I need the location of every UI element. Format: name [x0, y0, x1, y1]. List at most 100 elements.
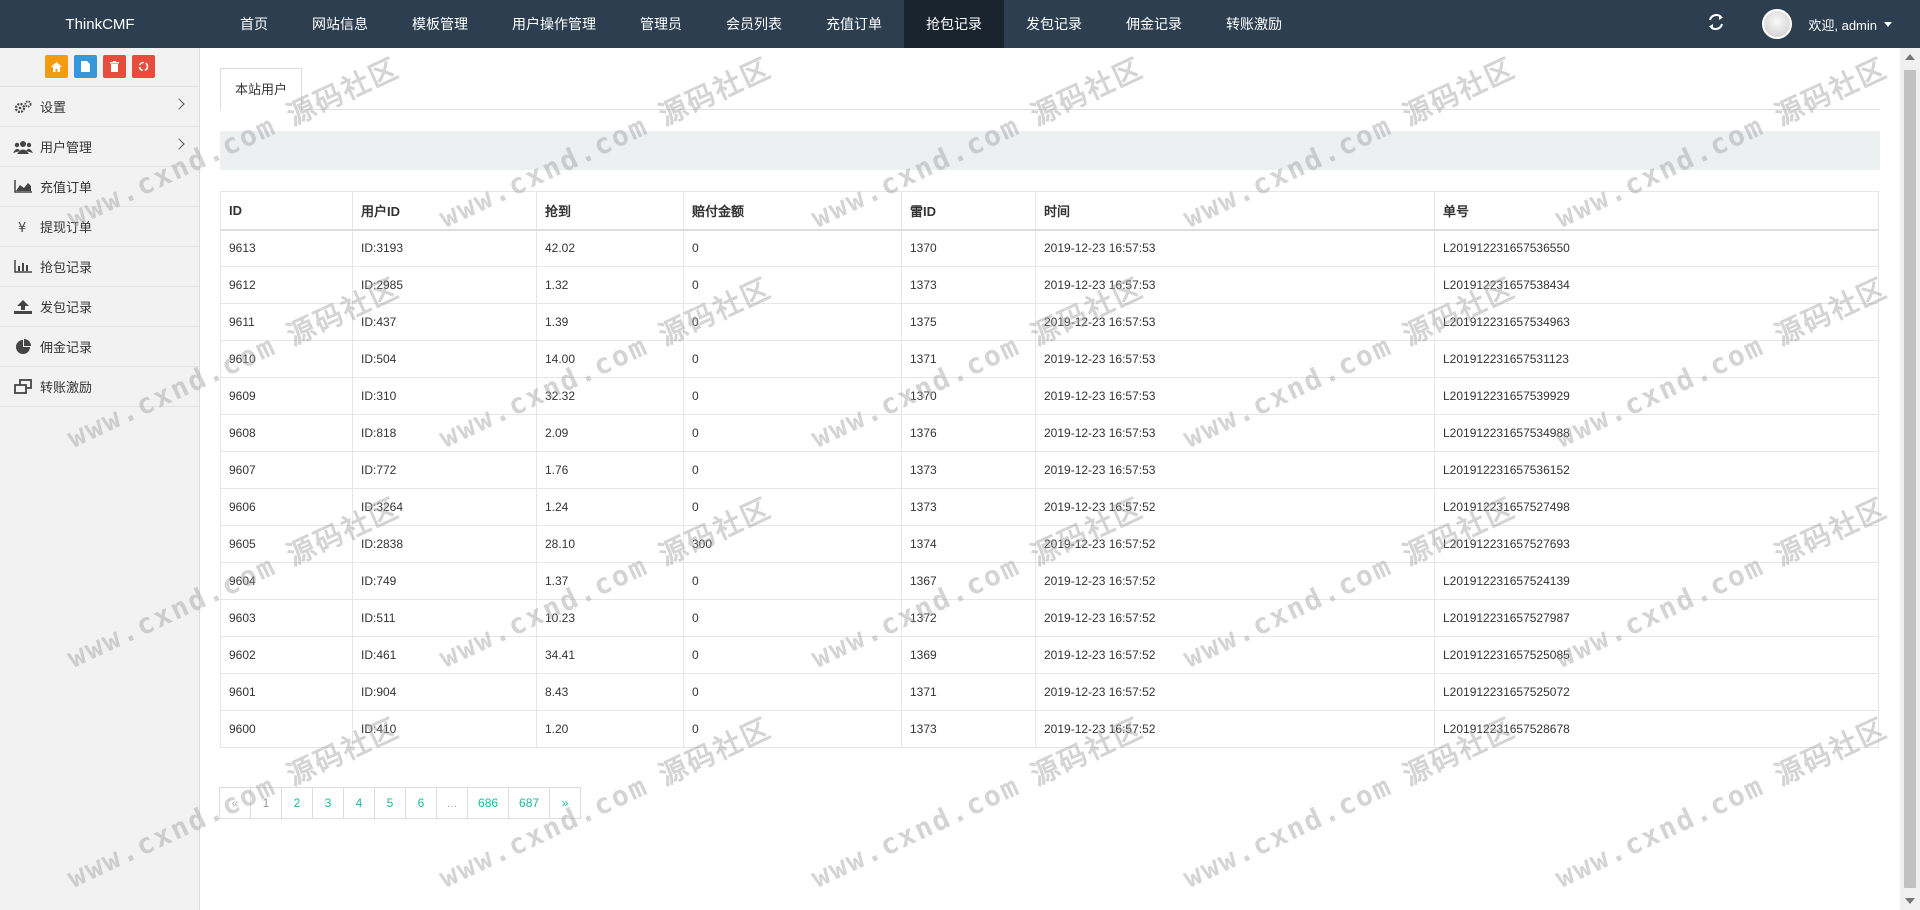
table-cell: 9608	[220, 414, 353, 452]
table-cell: 34.41	[536, 636, 684, 674]
table-cell: 0	[683, 451, 902, 489]
table-row: 9605 ID:2838 28.10 300 1374 2019-12-23 16:57:…	[220, 525, 1879, 563]
table-cell: 1370	[901, 377, 1036, 415]
page-link[interactable]: 2	[281, 787, 313, 819]
column-header: 雷ID	[901, 191, 1036, 231]
table-cell: 1373	[901, 710, 1036, 748]
file-icon[interactable]	[73, 55, 97, 78]
svg-text:¥: ¥	[18, 221, 26, 234]
table-row: 9610 ID:504 14.00 0 1371 2019-12-23 16:57:53 L…	[220, 340, 1879, 378]
chevron-right-icon	[173, 98, 185, 110]
page-link[interactable]: 686	[467, 787, 510, 819]
top-nav-menu: 首页 网站信息 模板管理 用户操作管理 管理员 会员列表 充值订单 抢包记录 发包记录 佣金记录转…	[218, 0, 1304, 48]
table-cell: 9613	[220, 229, 353, 267]
nav-item[interactable]: 模板管理	[390, 0, 490, 48]
sidebar-item[interactable]: ¥ 提现订单	[0, 207, 199, 247]
vertical-scrollbar[interactable]	[1900, 48, 1920, 910]
page-link[interactable]: 4	[343, 787, 375, 819]
table-cell: 0	[683, 488, 902, 526]
table-row: 9603 ID:511 10.23 0 1372 2019-12-23 16:57:52 L…	[220, 599, 1879, 637]
tab-site-users[interactable]: 本站用户	[220, 68, 303, 111]
table-cell: 1.37	[536, 562, 684, 600]
table-row: 9613 ID:3193 42.02 0 1370 2019-12-23 16:57:53…	[220, 229, 1879, 267]
table-cell: 9600	[220, 710, 353, 748]
sidebar-item[interactable]: 转账激励	[0, 367, 199, 407]
table-cell: ID:504	[352, 340, 537, 378]
table-cell: 9604	[220, 562, 353, 600]
table-cell: 2019-12-23 16:57:52	[1035, 710, 1435, 748]
chevron-right-icon	[173, 138, 185, 150]
table-cell: 0	[683, 414, 902, 452]
table-cell: 1375	[901, 303, 1036, 341]
table-cell: L201912231657527693	[1434, 525, 1879, 563]
table-cell: L201912231657534988	[1434, 414, 1879, 452]
sidebar-item-label: 用户管理	[40, 140, 93, 155]
table-cell: ID:749	[352, 562, 537, 600]
table-cell: 2019-12-23 16:57:52	[1035, 562, 1435, 600]
table-cell: 1.24	[536, 488, 684, 526]
trash-icon[interactable]	[102, 55, 126, 78]
table-cell: 9603	[220, 599, 353, 637]
users-icon	[12, 139, 34, 155]
nav-item[interactable]: 发包记录	[1004, 0, 1104, 48]
table-cell: L201912231657527498	[1434, 488, 1879, 526]
table-cell: 0	[683, 636, 902, 674]
records-table: ID 用户ID 抢到 赔付金额 雷ID 时间 单号 9613 ID:3193 42.02 0 137…	[220, 191, 1879, 748]
nav-item[interactable]: 抢包记录	[904, 0, 1004, 48]
navbar-user-area: 欢迎, admin	[1708, 0, 1892, 48]
table-cell: 9602	[220, 636, 353, 674]
table-cell: ID:2838	[352, 525, 537, 563]
table-cell: 1373	[901, 488, 1036, 526]
nav-item[interactable]: 转账激励	[1204, 0, 1304, 48]
recycle-icon[interactable]	[131, 55, 155, 78]
table-cell: ID:461	[352, 636, 537, 674]
nav-item[interactable]: 网站信息	[290, 0, 390, 48]
window-restore-icon	[12, 379, 34, 395]
page-link[interactable]: 3	[312, 787, 344, 819]
page-link[interactable]: 5	[374, 787, 406, 819]
scroll-down-arrow-icon[interactable]	[1905, 898, 1915, 904]
nav-item[interactable]: 会员列表	[704, 0, 804, 48]
nav-item[interactable]: 首页	[218, 0, 290, 48]
sidebar-item-label: 抢包记录	[40, 260, 93, 275]
sidebar-item[interactable]: 佣金记录	[0, 327, 199, 367]
table-cell: 0	[683, 266, 902, 304]
table-cell: 28.10	[536, 525, 684, 563]
table-cell: 9601	[220, 673, 353, 711]
nav-item[interactable]: 管理员	[618, 0, 704, 48]
tab-bar: 本站用户	[220, 68, 1880, 111]
brand-logo[interactable]: ThinkCMF	[0, 16, 200, 33]
nav-item[interactable]: 充值订单	[804, 0, 904, 48]
table-cell: L201912231657538434	[1434, 266, 1879, 304]
avatar[interactable]	[1762, 9, 1793, 39]
next-page-button[interactable]: »	[549, 787, 582, 819]
table-cell: 9607	[220, 451, 353, 489]
scroll-up-arrow-icon[interactable]	[1905, 54, 1915, 60]
table-cell: 9605	[220, 525, 353, 563]
user-menu-toggle[interactable]: 欢迎, admin	[1808, 15, 1892, 34]
page-link[interactable]: 687	[508, 787, 551, 819]
welcome-text: 欢迎, admin	[1808, 17, 1877, 33]
prev-page-button: «	[219, 787, 251, 819]
home-icon[interactable]	[44, 55, 68, 78]
sidebar-item[interactable]: 设置	[0, 87, 199, 127]
table-cell: 0	[683, 229, 902, 267]
table-cell: L201912231657539929	[1434, 377, 1879, 415]
refresh-icon[interactable]	[1708, 13, 1724, 35]
sidebar-menu: 设置用户管理充值订单 ¥ 提现订单抢包记录发包记录佣金记录转账激励	[0, 87, 199, 407]
table-cell: L201912231657536152	[1434, 451, 1879, 489]
table-cell: 2019-12-23 16:57:52	[1035, 673, 1435, 711]
page-link[interactable]: 6	[405, 787, 437, 819]
table-cell: L201912231657527987	[1434, 599, 1879, 637]
sidebar-item[interactable]: 用户管理	[0, 127, 199, 167]
nav-item[interactable]: 佣金记录	[1104, 0, 1204, 48]
sidebar-item-label: 佣金记录	[40, 340, 93, 355]
table-cell: ID:904	[352, 673, 537, 711]
sidebar-item[interactable]: 发包记录	[0, 287, 199, 327]
table-cell: 9612	[220, 266, 353, 304]
nav-item[interactable]: 用户操作管理	[490, 0, 618, 48]
scroll-thumb[interactable]	[1904, 70, 1916, 888]
sidebar-item[interactable]: 充值订单	[0, 167, 199, 207]
sidebar-item[interactable]: 抢包记录	[0, 247, 199, 287]
table-cell: 2019-12-23 16:57:52	[1035, 636, 1435, 674]
